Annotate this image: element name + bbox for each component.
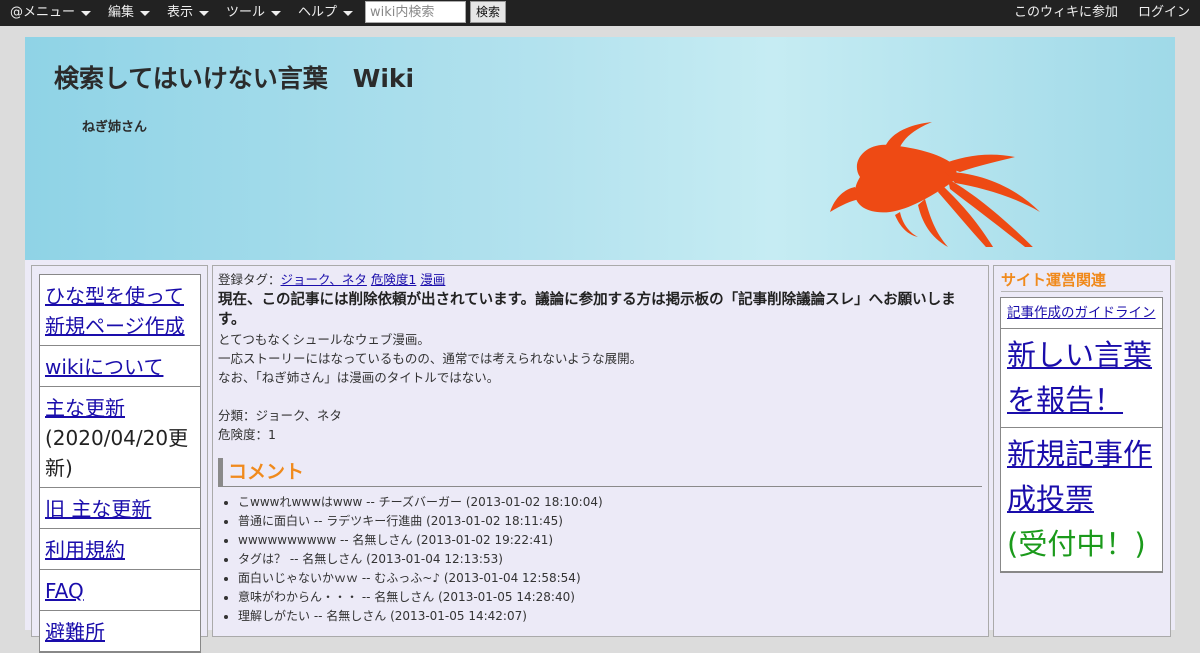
article-line: とてつもなくシュールなウェブ漫画。 <box>218 332 430 347</box>
sidebar-item-guideline: 記事作成のガイドライン <box>1001 298 1162 329</box>
view-menu-label: 表示 <box>167 5 194 20</box>
deletion-notice: 現在、この記事には削除依頼が出されています。議論に参加する方は掲示板の「記事削除… <box>218 292 956 328</box>
tag-link-manga[interactable]: 漫画 <box>420 272 445 287</box>
comment-item: 面白いじゃないかｗｗ -- むふっふ~♪ (2013-01-04 12:58:5… <box>238 569 983 588</box>
site-header-banner: 検索してはいけない言葉 Wiki ねぎ姉さん <box>25 37 1175 260</box>
about-wiki-link[interactable]: wikiについて <box>45 355 163 379</box>
terms-link[interactable]: 利用規約 <box>45 538 125 562</box>
report-new-word-link[interactable]: 新しい言葉を報告！ <box>1007 338 1152 417</box>
sidebar-item-old-updates: 旧 主な更新 <box>40 488 200 529</box>
tags-label: 登録タグ： <box>218 272 281 287</box>
edit-menu-dropdown[interactable]: 編集 <box>108 0 151 26</box>
tag-link-joke[interactable]: ジョーク、ネタ <box>281 272 367 287</box>
danger-level-text: 危険度：1 <box>218 427 276 442</box>
faq-link[interactable]: FAQ <box>45 579 84 603</box>
sidebar-item-main-updates: 主な更新 (2020/04/20更新) <box>40 387 200 488</box>
article-line: 一応ストーリーにはなっているものの、通常では考えられないような展開。 <box>218 351 643 366</box>
article-content: 登録タグ：ジョーク、ネタ 危険度1 漫画 現在、この記事には削除依頼が出されてい… <box>212 265 989 637</box>
tag-line: 登録タグ：ジョーク、ネタ 危険度1 漫画 <box>218 270 983 289</box>
search-button[interactable]: 検索 <box>470 1 506 23</box>
comment-item: 理解しがたい -- 名無しさん (2013-01-05 14:42:07) <box>238 607 983 626</box>
atmenu-label: @メニュー <box>10 5 76 20</box>
help-menu-label: ヘルプ <box>298 5 338 20</box>
sidebar-item-shelter: 避難所 <box>40 611 200 652</box>
comment-item: wwwwwwwwww -- 名無しさん (2013-01-02 19:22:41… <box>238 531 983 550</box>
sidebar-item-new-page-template: ひな型を使って新規ページ作成 <box>40 275 200 346</box>
sidebar-item-about-wiki: wikiについて <box>40 346 200 387</box>
article-line: なお、「ねぎ姉さん」は漫画のタイトルではない。 <box>218 370 500 385</box>
site-management-heading: サイト運営関連 <box>1001 270 1163 292</box>
main-updates-date: (2020/04/20更新) <box>45 426 189 480</box>
comment-item: 普通に面白い -- ラデツキー行進曲 (2013-01-02 18:11:45) <box>238 512 983 531</box>
chevron-down-icon <box>271 10 282 16</box>
main-updates-link[interactable]: 主な更新 <box>45 396 125 420</box>
goldfish-illustration <box>830 122 1040 247</box>
comment-item: タグは？ -- 名無しさん (2013-01-04 12:13:53) <box>238 550 983 569</box>
chevron-down-icon <box>81 10 92 16</box>
chevron-down-icon <box>140 10 151 16</box>
tools-menu-dropdown[interactable]: ツール <box>226 0 282 26</box>
chevron-down-icon <box>199 10 210 16</box>
view-menu-dropdown[interactable]: 表示 <box>167 0 210 26</box>
login-link[interactable]: ログイン <box>1138 0 1190 26</box>
chevron-down-icon <box>343 10 354 16</box>
old-updates-link[interactable]: 旧 主な更新 <box>45 497 151 521</box>
left-nav-menu: ひな型を使って新規ページ作成 wikiについて 主な更新 (2020/04/20… <box>39 274 201 653</box>
sidebar-item-faq: FAQ <box>40 570 200 611</box>
atmenu-dropdown[interactable]: @メニュー <box>10 0 92 26</box>
top-navigation-bar: @メニュー 編集 表示 ツール ヘルプ 検索 このウィキに参加 ログイン <box>0 0 1200 26</box>
sidebar-item-vote: 新規記事作成投票 (受付中！) <box>1001 428 1162 572</box>
right-nav-menu: 記事作成のガイドライン 新しい言葉を報告！ 新規記事作成投票 (受付中！) <box>1000 297 1163 573</box>
edit-menu-label: 編集 <box>108 5 135 20</box>
tools-menu-label: ツール <box>226 5 266 20</box>
site-title[interactable]: 検索してはいけない言葉 Wiki <box>54 59 414 95</box>
help-menu-dropdown[interactable]: ヘルプ <box>298 0 354 26</box>
wiki-search-input[interactable] <box>365 1 466 23</box>
vote-status-text: (受付中！) <box>1007 527 1146 561</box>
page-title: ねぎ姉さん <box>82 120 148 135</box>
join-wiki-link[interactable]: このウィキに参加 <box>1014 0 1118 26</box>
comment-item: 意味がわからん・・・ -- 名無しさん (2013-01-05 14:28:40… <box>238 588 983 607</box>
comment-heading: コメント <box>218 458 982 487</box>
new-page-template-link[interactable]: ひな型を使って新規ページ作成 <box>45 284 185 338</box>
category-text: 分類：ジョーク、ネタ <box>218 408 342 423</box>
comment-list: こwwwれwwwはwww -- チーズバーガー (2013-01-02 18:1… <box>218 493 983 626</box>
guideline-link[interactable]: 記事作成のガイドライン <box>1007 305 1156 321</box>
tag-link-danger[interactable]: 危険度1 <box>371 272 416 287</box>
sidebar-item-report: 新しい言葉を報告！ <box>1001 329 1162 428</box>
new-article-vote-link[interactable]: 新規記事作成投票 <box>1007 437 1152 516</box>
comment-item: こwwwれwwwはwww -- チーズバーガー (2013-01-02 18:1… <box>238 493 983 512</box>
shelter-link[interactable]: 避難所 <box>45 620 105 644</box>
sidebar-item-terms: 利用規約 <box>40 529 200 570</box>
